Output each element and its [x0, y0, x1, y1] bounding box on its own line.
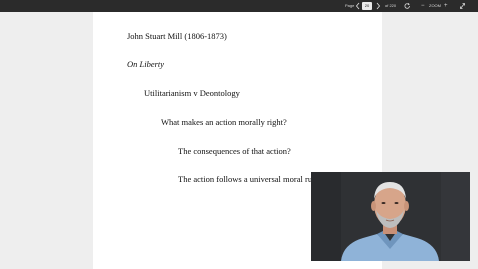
doc-line-consequences: The consequences of that action? [178, 146, 291, 156]
doc-line-topic: Utilitarianism v Deontology [144, 88, 240, 98]
doc-line-question: What makes an action morally right? [161, 117, 287, 127]
page-number-input[interactable]: 20 [362, 2, 372, 10]
chevron-right-icon [376, 2, 381, 10]
presenter-image [311, 172, 470, 261]
doc-line-universal-rule: The action follows a universal moral ru [178, 174, 313, 184]
fullscreen-button[interactable] [459, 0, 466, 12]
page-label: Page [345, 3, 355, 8]
pdf-toolbar: Page 20 of 220 − ZOOM + [0, 0, 478, 12]
presenter-video [311, 172, 470, 261]
rotate-button[interactable] [404, 0, 411, 12]
prev-page-button[interactable] [355, 0, 361, 12]
page-total: of 220 [385, 3, 397, 8]
doc-line-book: On Liberty [127, 59, 165, 69]
zoom-out-button[interactable]: − [421, 0, 425, 12]
rotate-icon [404, 2, 410, 9]
doc-line-title: John Stuart Mill (1806-1873) [127, 31, 227, 41]
zoom-in-button[interactable]: + [444, 0, 448, 12]
zoom-label: ZOOM [429, 3, 441, 8]
next-page-button[interactable] [375, 0, 381, 12]
expand-icon [460, 3, 465, 9]
chevron-left-icon [355, 2, 360, 10]
